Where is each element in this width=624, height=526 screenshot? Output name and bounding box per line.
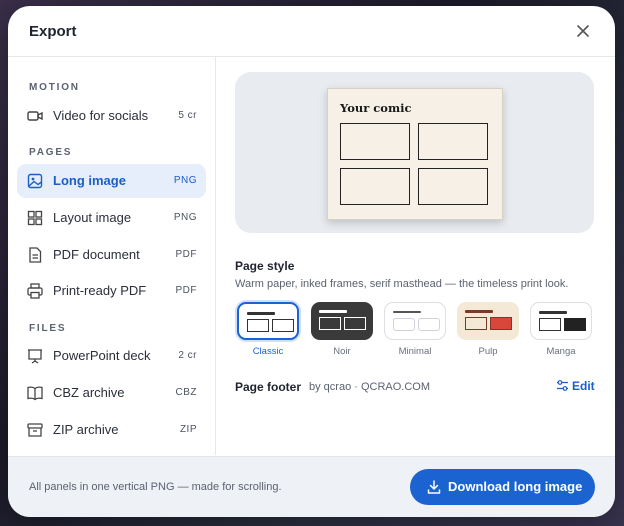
edit-label: Edit <box>572 379 595 393</box>
style-option-manga[interactable] <box>530 302 592 340</box>
presentation-icon <box>28 349 42 364</box>
image-icon <box>27 173 43 189</box>
export-dialog: Export MOTION Video for socials 5 cr PAG… <box>8 6 615 517</box>
sidebar-item-tag: PDF <box>175 249 197 260</box>
preview-panel <box>418 168 488 205</box>
export-sidebar: MOTION Video for socials 5 cr PAGES Long… <box>8 57 216 455</box>
style-thumb-bar <box>319 310 347 313</box>
style-name-noir: Noir <box>333 346 351 357</box>
download-button[interactable]: Download long image <box>410 469 595 505</box>
download-icon <box>427 480 441 494</box>
style-name-manga: Manga <box>546 346 576 357</box>
style-thumb-frame <box>393 318 415 331</box>
export-options-panel: Your comic Page style Warm paper, inked … <box>216 57 615 455</box>
printer-icon <box>27 283 43 299</box>
archive-icon <box>27 423 43 437</box>
preview-title: Your comic <box>340 101 412 115</box>
sidebar-item-label: Video for socials <box>53 108 149 123</box>
dialog-title: Export <box>29 23 77 40</box>
sidebar-item-video-for-socials[interactable]: Video for socials 5 cr <box>17 99 206 133</box>
style-option-pulp[interactable] <box>457 302 519 340</box>
style-thumb-frame <box>564 318 586 331</box>
sidebar-item-cbz-archive[interactable]: CBZ archive CBZ <box>17 376 206 410</box>
style-name-minimal: Minimal <box>398 346 432 357</box>
preview-panel <box>418 123 488 160</box>
style-thumb-frame <box>539 318 561 331</box>
preview-panel <box>340 168 410 205</box>
style-option-minimal[interactable] <box>384 302 446 340</box>
sidebar-item-powerpoint-deck[interactable]: PowerPoint deck 2 cr <box>17 339 206 373</box>
sidebar-item-long-image[interactable]: Long image PNG <box>17 164 206 198</box>
style-thumb-bar <box>465 310 493 313</box>
style-thumb-bar <box>393 311 421 313</box>
sidebar-item-label: Layout image <box>53 210 132 225</box>
download-label: Download long image <box>448 479 583 494</box>
sidebar-item-label: Long image <box>53 173 126 188</box>
sidebar-item-layout-image[interactable]: Layout image PNG <box>17 201 206 235</box>
book-icon <box>27 386 43 401</box>
dialog-header: Export <box>8 6 615 57</box>
page-style-description: Warm paper, inked frames, serif masthead… <box>235 278 569 290</box>
style-thumb-frame <box>247 319 269 332</box>
preview-panel <box>340 123 410 160</box>
comic-preview: Your comic <box>235 72 594 233</box>
style-thumb-frame <box>319 317 341 330</box>
export-info-text: All panels in one vertical PNG — made fo… <box>29 481 282 493</box>
section-heading-pages: PAGES <box>29 147 73 158</box>
sidebar-item-tag: PDF <box>175 285 197 296</box>
style-thumb-frame <box>344 317 366 330</box>
sidebar-item-print-ready-pdf[interactable]: Print-ready PDF PDF <box>17 274 206 308</box>
style-name-pulp: Pulp <box>478 346 498 357</box>
sidebar-item-pdf-document[interactable]: PDF document PDF <box>17 238 206 272</box>
sidebar-item-tag: 2 cr <box>178 350 197 361</box>
sidebar-item-zip-archive[interactable]: ZIP archive ZIP <box>17 413 206 447</box>
style-thumb-bar <box>539 311 567 314</box>
video-icon <box>27 111 43 121</box>
style-name-classic: Classic <box>252 346 284 357</box>
section-heading-files: FILES <box>29 323 67 334</box>
sidebar-item-label: PowerPoint deck <box>53 348 151 363</box>
sidebar-item-label: ZIP archive <box>53 422 119 437</box>
sidebar-item-label: Print-ready PDF <box>53 283 147 298</box>
sidebar-item-label: PDF document <box>53 247 140 262</box>
page-footer-value: by qcrao · QCRAO.COM <box>309 381 431 393</box>
close-icon[interactable] <box>574 22 592 40</box>
page-footer-label: Page footer <box>235 380 302 394</box>
style-thumb-bar <box>247 312 275 315</box>
section-heading-motion: MOTION <box>29 82 80 93</box>
style-thumb-frame <box>418 318 440 331</box>
style-thumb-frame <box>465 317 487 330</box>
style-thumb-frame <box>490 317 512 330</box>
sidebar-item-tag: ZIP <box>179 424 197 435</box>
page-style-label: Page style <box>235 259 295 273</box>
sliders-icon <box>557 380 568 391</box>
style-option-classic[interactable] <box>237 302 299 340</box>
document-icon <box>29 247 42 263</box>
style-option-noir[interactable] <box>311 302 373 340</box>
sidebar-item-tag: 5 cr <box>178 110 197 121</box>
dialog-footer: All panels in one vertical PNG — made fo… <box>8 456 615 517</box>
sidebar-item-label: CBZ archive <box>53 385 125 400</box>
style-thumb-frame <box>272 319 294 332</box>
sidebar-item-tag: PNG <box>173 212 197 223</box>
sidebar-item-tag: PNG <box>173 175 197 186</box>
preview-page: Your comic <box>327 88 503 220</box>
sidebar-item-tag: CBZ <box>175 387 197 398</box>
grid-icon <box>27 210 43 226</box>
